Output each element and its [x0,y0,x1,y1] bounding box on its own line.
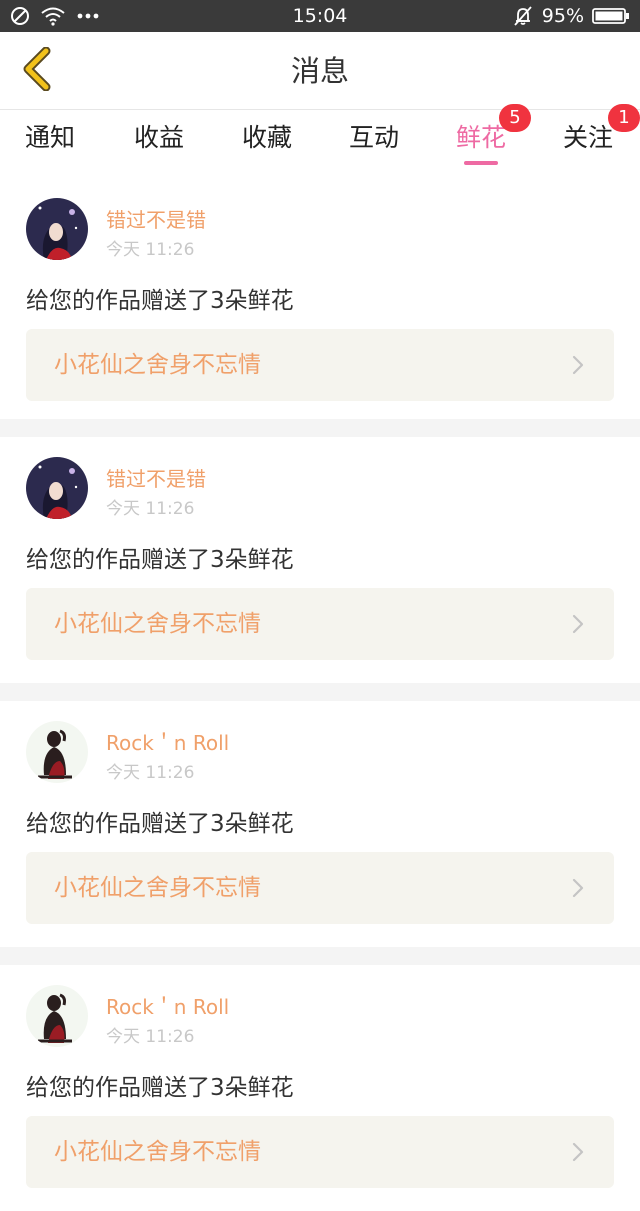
tab-label: 收藏 [241,123,292,152]
notification-message: 给您的作品赠送了3朵鲜花 [26,811,294,837]
tab-label: 互动 [348,123,399,152]
timestamp: 今天 11:26 [106,1027,195,1047]
notification-message: 给您的作品赠送了3朵鲜花 [26,1075,294,1101]
username[interactable]: Rock＇n Roll [106,991,229,1020]
tab-flowers[interactable]: 鲜花 5 [431,104,531,178]
work-title: 小花仙之舍身不忘情 [54,611,261,637]
chevron-right-icon [572,614,584,634]
avatar[interactable] [26,457,88,519]
notification-message: 给您的作品赠送了3朵鲜花 [26,288,294,314]
battery-percent: 95% [541,5,584,27]
notification-card: 错过不是错 今天 11:26 给您的作品赠送了3朵鲜花 小花仙之舍身不忘情 [0,437,640,683]
battery-icon [592,6,630,26]
tab-label: 收益 [133,123,184,152]
notification-card: 错过不是错 今天 11:26 给您的作品赠送了3朵鲜花 小花仙之舍身不忘情 [0,178,640,424]
active-tab-indicator [464,161,498,165]
work-title: 小花仙之舍身不忘情 [54,1139,261,1165]
tab-label: 通知 [24,123,75,152]
notification-card: Rock＇n Roll 今天 11:26 给您的作品赠送了3朵鲜花 小花仙之舍身… [0,965,640,1211]
tab-bar: 通知 收益 收藏 互动 鲜花 5 关注 1 [0,104,640,178]
work-link[interactable]: 小花仙之舍身不忘情 [26,588,614,660]
tab-earnings[interactable]: 收益 [109,110,209,178]
avatar[interactable] [26,985,88,1047]
tab-badge: 1 [608,104,640,132]
avatar[interactable] [26,721,88,783]
tab-favorites[interactable]: 收藏 [217,110,317,178]
tab-label: 鲜花 [455,123,506,152]
chevron-right-icon [572,355,584,375]
card-separator [0,419,640,437]
mute-bell-icon [512,5,534,27]
timestamp: 今天 11:26 [106,240,195,260]
chevron-right-icon [572,878,584,898]
card-separator [0,683,640,701]
avatar[interactable] [26,198,88,260]
chevron-right-icon [572,1142,584,1162]
notification-message: 给您的作品赠送了3朵鲜花 [26,547,294,573]
tab-follow[interactable]: 关注 1 [538,104,640,178]
status-right-icons: 95% [512,0,630,32]
notification-card: Rock＇n Roll 今天 11:26 给您的作品赠送了3朵鲜花 小花仙之舍身… [0,701,640,947]
username[interactable]: 错过不是错 [106,463,206,492]
page-title: 消息 [290,54,349,88]
work-title: 小花仙之舍身不忘情 [54,875,261,901]
nav-bar: 消息 [0,32,640,110]
work-title: 小花仙之舍身不忘情 [54,352,261,378]
tab-label: 关注 [562,123,613,152]
tab-badge: 5 [499,104,531,132]
username[interactable]: Rock＇n Roll [106,727,229,756]
username[interactable]: 错过不是错 [106,204,206,233]
timestamp: 今天 11:26 [106,499,195,519]
work-link[interactable]: 小花仙之舍身不忘情 [26,1116,614,1188]
work-link[interactable]: 小花仙之舍身不忘情 [26,852,614,924]
timestamp: 今天 11:26 [106,763,195,783]
tab-interaction[interactable]: 互动 [324,110,424,178]
card-separator [0,947,640,965]
work-link[interactable]: 小花仙之舍身不忘情 [26,329,614,401]
tab-notice[interactable]: 通知 [0,110,100,178]
status-bar: 15:04 95% [0,0,640,32]
